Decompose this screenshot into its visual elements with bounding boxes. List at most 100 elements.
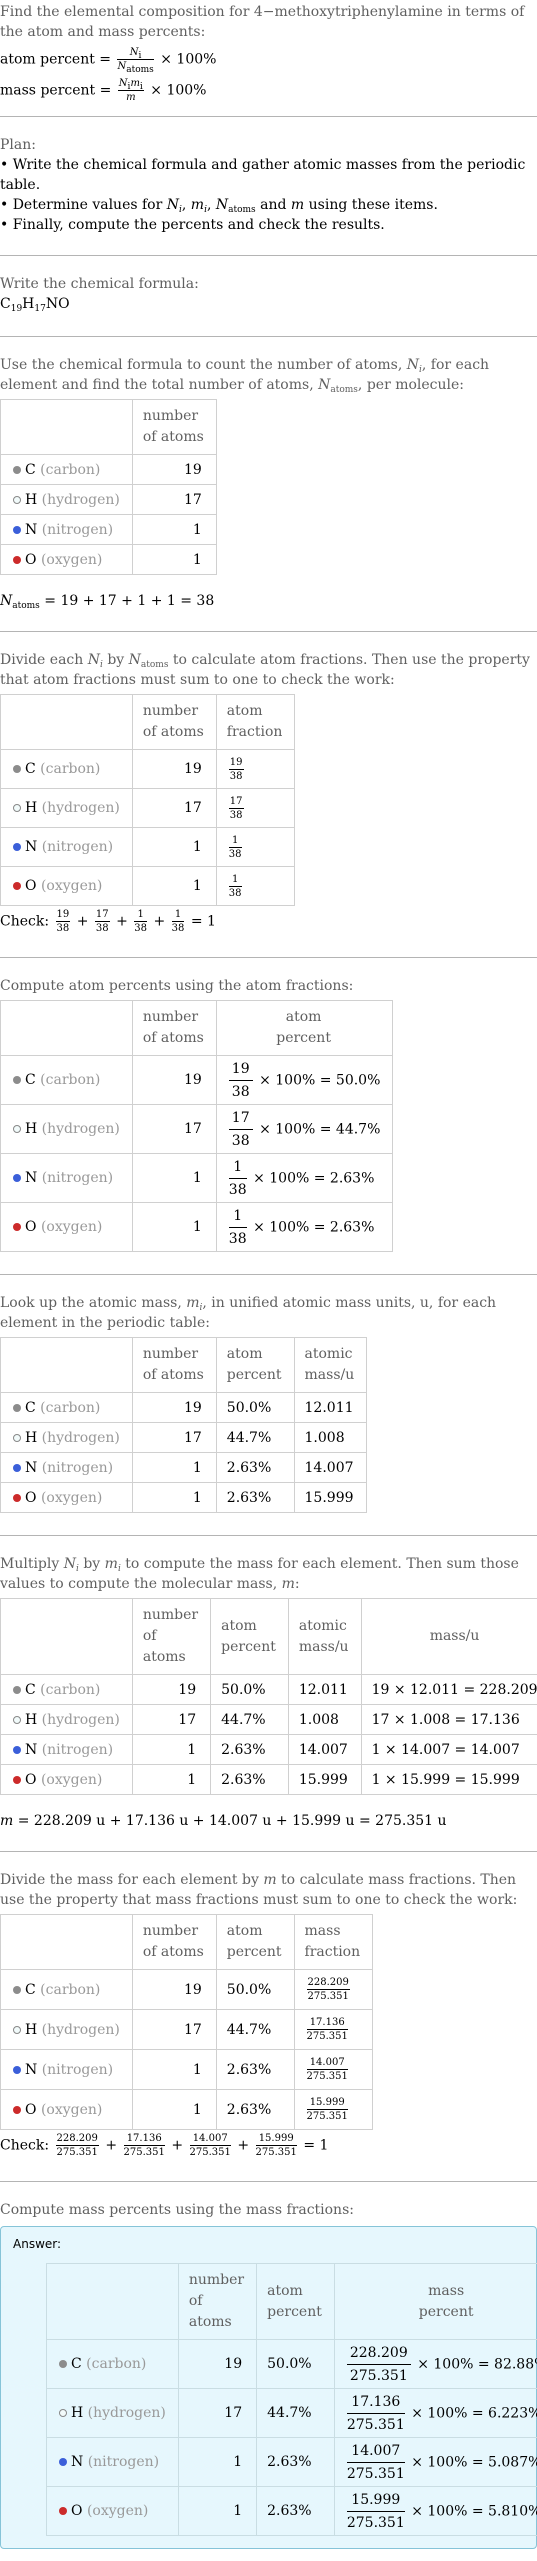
table-row: O (oxygen)1 [1,545,217,575]
mass-percent-cell: 14.007275.351 × 100% = 5.087% [334,2438,537,2487]
atomic-mass-cell: 12.011 [288,1675,361,1705]
element-cell: N (nitrogen) [1,1154,133,1203]
element-cell: O (oxygen) [1,2090,133,2130]
plan-item: • Determine values for Ni, mi, Natoms an… [0,195,537,215]
mass-percent-cell: 17.136275.351 × 100% = 6.223% [334,2389,537,2438]
element-mass-cell: 1 × 15.999 = 15.999 [361,1765,537,1795]
atom-count-cell: 17 [178,2389,256,2438]
element-color-dot-icon [13,526,21,534]
mass-percent-section: Compute mass percents using the mass fra… [0,2182,537,2561]
atom-count-cell: 1 [132,545,216,575]
atom-count-cell: 1 [132,1154,216,1203]
table-row: N (nitrogen)12.63%14.007275.351 [1,2050,373,2090]
header-number-of-atoms: numberof atoms [132,1338,216,1393]
element-cell: N (nitrogen) [1,1735,133,1765]
atomic-mass-cell: 15.999 [294,1483,367,1513]
atom-count-cell: 1 [132,515,216,545]
table-row: H (hydrogen)1744.7%1.008 [1,1423,367,1453]
table-row: C (carbon)1950.0%228.209275.351 × 100% =… [47,2340,537,2389]
element-color-dot-icon [59,2458,67,2466]
atom-percent-cell: 2.63% [211,1765,289,1795]
atom-count-cell: 19 [132,1393,216,1423]
mass-percent-table: numberof atoms atompercent masspercent C… [46,2263,537,2536]
element-cell: C (carbon) [1,1056,133,1105]
element-color-dot-icon [13,556,21,564]
atom-count-cell: 17 [132,789,216,828]
atom-count-cell: 17 [132,1423,216,1453]
atom-count-cell: 1 [178,2487,256,2536]
atomic-mass-cell: 1.008 [294,1423,367,1453]
element-cell: H (hydrogen) [47,2389,179,2438]
plan-section: Plan: • Write the chemical formula and g… [0,117,537,256]
element-cell: H (hydrogen) [1,1105,133,1154]
formula-section: Write the chemical formula: C19H17NO [0,256,537,337]
solution-page: Find the elemental composition for 4−met… [0,0,537,2561]
mass-fraction-table: numberof atoms atompercent massfraction … [0,1914,373,2130]
atom-count-cell: 1 [132,1453,216,1483]
header-number-of-atoms: numberof atoms [132,1599,210,1675]
element-cell: H (hydrogen) [1,1423,133,1453]
element-color-dot-icon [13,1223,21,1231]
element-cell: O (oxygen) [1,545,133,575]
atom-percent-cell: 50.0% [257,2340,335,2389]
atom-percent-fraction: Ni Natoms [117,46,153,73]
atom-percent-cell: 44.7% [216,1423,294,1453]
element-cell: O (oxygen) [1,1765,133,1795]
table-row: H (hydrogen)1744.7%1.00817 × 1.008 = 17.… [1,1705,537,1735]
atomic-mass-cell: 1.008 [288,1705,361,1735]
atom-count-cell: 17 [132,1105,216,1154]
element-color-dot-icon [13,1404,21,1412]
table-row: C (carbon)191938 × 100% = 50.0% [1,1056,393,1105]
element-color-dot-icon [13,1716,21,1724]
mass-fraction-cell: 228.209275.351 [294,1970,373,2010]
atom-percent-cell: 2.63% [257,2487,335,2536]
atom-percent-cell: 2.63% [216,2090,294,2130]
element-color-dot-icon [13,2106,21,2114]
atom-count-cell: 1 [132,2050,216,2090]
element-color-dot-icon [13,466,21,474]
header-atom-fraction: atomfraction [216,695,295,750]
element-color-dot-icon [13,843,21,851]
table-row: O (oxygen)1138 × 100% = 2.63% [1,1203,393,1252]
mass-percent-cell: 15.999275.351 × 100% = 5.810% [334,2487,537,2536]
table-row: H (hydrogen)1744.7%17.136275.351 × 100% … [47,2389,537,2438]
header-atom-percent: atompercent [216,1001,393,1056]
header-atom-percent: atompercent [216,1915,294,1970]
element-cell: N (nitrogen) [1,1453,133,1483]
atom-fraction-cell: 138 [216,867,295,906]
header-number-of-atoms: numberof atoms [132,400,216,455]
atom-fraction-check: Check: 1938 + 1738 + 138 + 138 = 1 [0,908,537,935]
atom-percent-cell: 138 × 100% = 2.63% [216,1154,393,1203]
mass-fraction-cell: 14.007275.351 [294,2050,373,2090]
element-color-dot-icon [13,1076,21,1084]
element-cell: O (oxygen) [47,2487,179,2536]
atom-percent-cell: 2.63% [216,1483,294,1513]
atom-count-cell: 19 [178,2340,256,2389]
mass-percent-formula: mass percent = Nimi m × 100% [0,77,537,104]
table-row: H (hydrogen)17 [1,485,217,515]
table-row: N (nitrogen)12.63%14.007275.351 × 100% =… [47,2438,537,2487]
element-color-dot-icon [13,1174,21,1182]
atom-percent-cell: 2.63% [216,1453,294,1483]
table-row: H (hydrogen)171738 × 100% = 44.7% [1,1105,393,1154]
atom-percent-cell: 2.63% [216,2050,294,2090]
element-cell: N (nitrogen) [47,2438,179,2487]
atom-count-cell: 19 [132,455,216,485]
atomic-mass-cell: 14.007 [294,1453,367,1483]
element-cell: N (nitrogen) [1,828,133,867]
element-cell: H (hydrogen) [1,789,133,828]
element-cell: C (carbon) [1,1393,133,1423]
atom-count-cell: 19 [132,750,216,789]
atom-percent-cell: 2.63% [211,1735,289,1765]
header-mass-fraction: massfraction [294,1915,373,1970]
atom-fraction-text: Divide each Ni by Natoms to calculate at… [0,650,537,690]
plan-item: • Finally, compute the percents and chec… [0,215,537,235]
element-cell: H (hydrogen) [1,485,133,515]
header-number-of-atoms: numberof atoms [132,1001,216,1056]
element-color-dot-icon [13,1125,21,1133]
intro-section: Find the elemental composition for 4−met… [0,0,537,117]
table-row: N (nitrogen)1138 [1,828,295,867]
header-atom-percent: atompercent [211,1599,289,1675]
atom-percent-formula: atom percent = Ni Natoms × 100% [0,46,537,73]
table-row: C (carbon)1950.0%12.01119 × 12.011 = 228… [1,1675,537,1705]
